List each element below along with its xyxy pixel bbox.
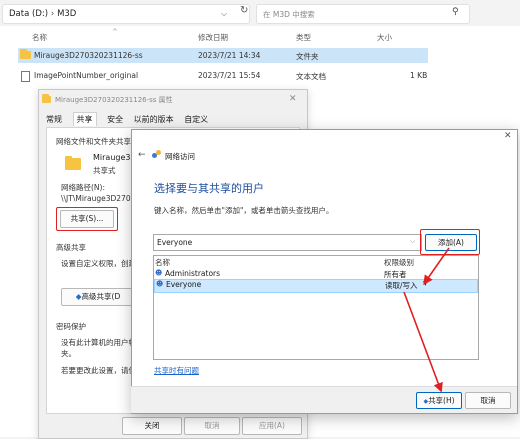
arrow-to-share xyxy=(403,291,443,393)
annotation-arrows xyxy=(403,247,450,393)
arrow-to-permission xyxy=(423,247,450,285)
